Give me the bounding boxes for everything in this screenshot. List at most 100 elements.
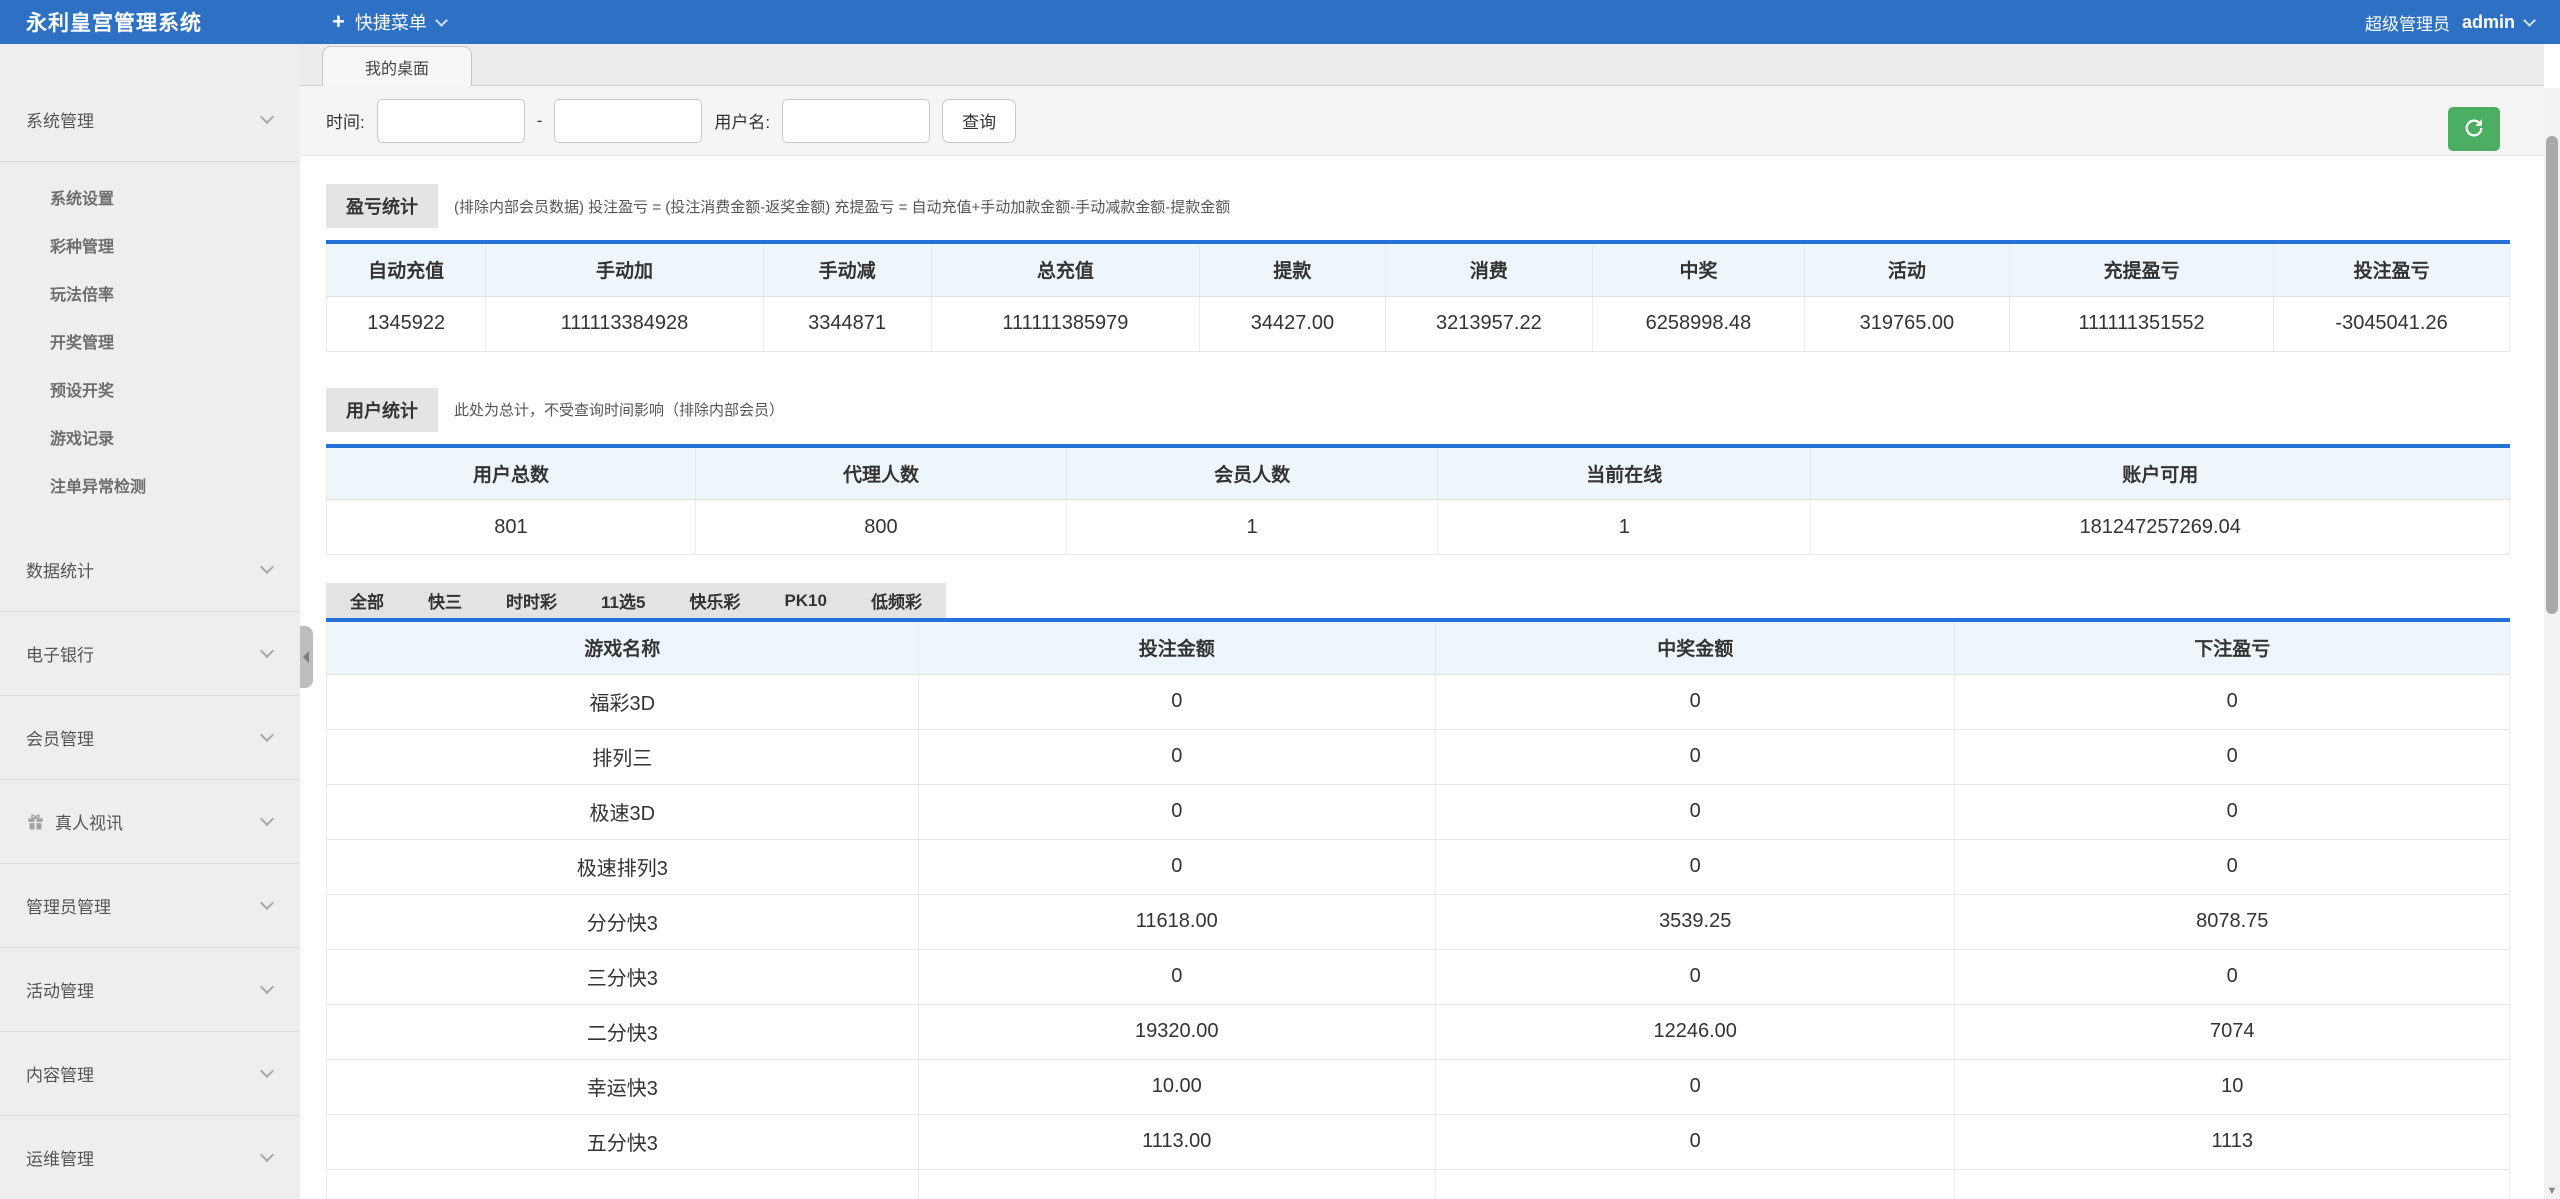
sidebar-group-member-management[interactable]: 会员管理 [0,696,300,780]
game-tab-pk10[interactable]: PK10 [784,591,827,611]
user-section-title: 用户统计 [326,388,438,432]
win-amount: 0 [1435,674,1955,729]
table-row: 幸运快3 10.00 0 10 [327,1059,2510,1114]
sidebar-group-live-video[interactable]: 真人视讯 [0,780,300,864]
sidebar-group-system-management[interactable]: 系统管理 [0,78,300,162]
col-header: 充提盈亏 [2010,242,2274,296]
stat-value: -3045041.26 [2274,296,2510,351]
filter-bar: 时间: - 用户名: 查询 [300,86,2544,156]
sidebar-group-activity-management[interactable]: 活动管理 [0,948,300,1032]
time-end-input[interactable] [554,99,702,143]
tab-my-desktop[interactable]: 我的桌面 [322,46,472,86]
sidebar-group-content-management[interactable]: 内容管理 [0,1032,300,1116]
game-tab-kuailecai[interactable]: 快乐彩 [689,588,740,613]
vertical-scrollbar: ▼ [2544,88,2560,1199]
stat-value: 319765.00 [1804,296,2009,351]
win-amount: 0 [1435,949,1955,1004]
col-header: 代理人数 [695,446,1066,500]
sidebar-group-ops-management[interactable]: 运维管理 [0,1116,300,1199]
sidebar-item-lottery-management[interactable]: 彩种管理 [0,224,300,272]
chevron-down-icon [260,728,274,742]
profit-section-head: 盈亏统计 (排除内部会员数据) 投注盈亏 = (投注消费金额-返奖金额) 充提盈… [326,184,2510,228]
sidebar-item-system-settings[interactable]: 系统设置 [0,176,300,224]
sidebar-collapse-handle[interactable] [300,626,313,688]
user-value-row: 801 800 1 1 181247257269.04 [327,500,2510,555]
time-label: 时间: [326,108,365,133]
table-row: 排列三 0 0 0 [327,729,2510,784]
user-table: 用户总数 代理人数 会员人数 当前在线 账户可用 801 800 1 1 181… [326,444,2510,556]
query-button[interactable]: 查询 [942,99,1016,143]
table-row: 二分快3 19320.00 12246.00 7074 [327,1004,2510,1059]
username-input[interactable] [782,99,930,143]
bet-amount: 0 [918,784,1435,839]
game-tab-kuaisan[interactable]: 快三 [428,588,462,613]
table-row: 福彩3D 0 0 0 [327,674,2510,729]
quick-menu-button[interactable]: + 快捷菜单 [332,9,446,35]
sidebar-submenu: 系统设置 彩种管理 玩法倍率 开奖管理 预设开奖 游戏记录 注单异常检测 [0,162,300,528]
game-name: 二分快3 [327,1004,919,1059]
chevron-down-icon [2523,14,2536,27]
game-name: 幸运快3 [327,1059,919,1114]
profit-header-row: 自动充值 手动加 手动减 总充值 提款 消费 中奖 活动 充提盈亏 投注盈亏 [327,242,2510,296]
refresh-icon [2463,117,2485,142]
game-name: 三分快3 [327,949,919,1004]
refresh-button[interactable] [2448,107,2500,151]
stat-value: 181247257269.04 [1811,500,2510,555]
sidebar-item-draw-management[interactable]: 开奖管理 [0,320,300,368]
chevron-down-icon [260,560,274,574]
sidebar-item-game-records[interactable]: 游戏记录 [0,416,300,464]
chevron-down-icon [260,896,274,910]
bet-profit: 1113 [1955,1114,2510,1169]
user-menu[interactable]: 超级管理员 admin [2365,10,2534,35]
game-name: 极速排列3 [327,839,919,894]
user-section-head: 用户统计 此处为总计，不受查询时间影响（排除内部会员） [326,388,2510,432]
chevron-down-icon [260,980,274,994]
win-amount: 3539.25 [1435,894,1955,949]
game-tab-dipincai[interactable]: 低频彩 [871,588,922,613]
bet-profit: 8078.75 [1955,894,2510,949]
bet-amount: 1113.00 [918,1114,1435,1169]
bet-profit: 0 [1955,839,2510,894]
win-amount: 12246.00 [1435,1004,1955,1059]
gift-icon [26,812,45,831]
chevron-down-icon [260,1148,274,1162]
game-tab-shishicai[interactable]: 时时彩 [506,588,557,613]
chevron-down-icon [260,110,274,124]
profit-value-row: 1345922 111113384928 3344871 11111138597… [327,296,2510,351]
sidebar-item-preset-draw[interactable]: 预设开奖 [0,368,300,416]
col-header: 用户总数 [327,446,696,500]
table-row: 五分快3 1113.00 0 1113 [327,1114,2510,1169]
sidebar-item-play-odds[interactable]: 玩法倍率 [0,272,300,320]
stat-value: 111111385979 [931,296,1200,351]
bet-profit: 7074 [1955,1004,2510,1059]
win-amount: 0 [1435,729,1955,784]
col-header: 总充值 [931,242,1200,296]
stat-value: 1 [1067,500,1438,555]
sidebar-item-abnormal-bet-detection[interactable]: 注单异常检测 [0,464,300,512]
time-start-input[interactable] [377,99,525,143]
bet-profit: 10 [1955,1059,2510,1114]
stat-value: 6258998.48 [1593,296,1805,351]
stat-value: 111113384928 [486,296,763,351]
sidebar-group-data-statistics[interactable]: 数据统计 [0,528,300,612]
time-range-separator: - [537,111,543,131]
bet-amount: 0 [918,839,1435,894]
game-tab-11x5[interactable]: 11选5 [601,588,645,613]
stat-value: 3344871 [763,296,931,351]
sidebar-group-admin-management[interactable]: 管理员管理 [0,864,300,948]
table-row: 极速排列3 0 0 0 [327,839,2510,894]
scrollbar-thumb[interactable] [2546,136,2558,614]
username-label: 用户名: [714,108,770,133]
scrollbar-down-arrow[interactable]: ▼ [2544,1185,2560,1197]
bet-profit: 0 [1955,784,2510,839]
table-row: 极速3D 0 0 0 [327,784,2510,839]
game-name: 极速3D [327,784,919,839]
win-amount: 0 [1435,839,1955,894]
game-category-tabs: 全部 快三 时时彩 11选5 快乐彩 PK10 低频彩 [326,583,946,618]
game-name: 五分快3 [327,1114,919,1169]
game-name: 排列三 [327,729,919,784]
game-tab-all[interactable]: 全部 [350,588,384,613]
sidebar-group-e-banking[interactable]: 电子银行 [0,612,300,696]
topbar: 永利皇宫管理系统 + 快捷菜单 超级管理员 admin [0,0,2560,44]
stat-value: 1 [1438,500,1811,555]
